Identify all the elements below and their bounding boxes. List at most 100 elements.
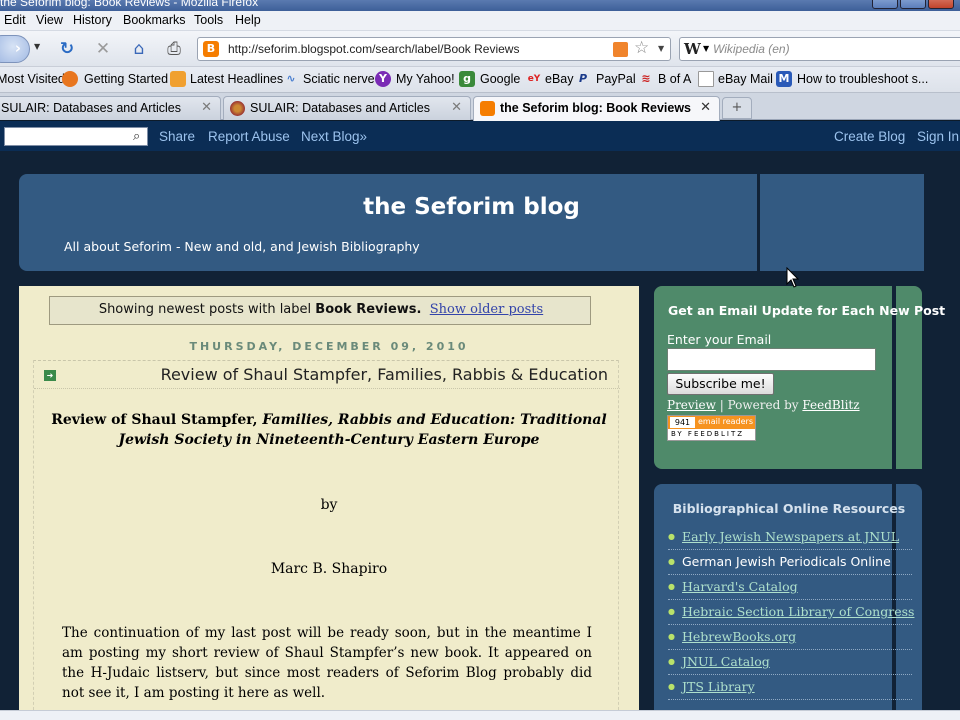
search-bar[interactable]: W ▼ Wikipedia (en) <box>679 37 960 61</box>
bookmark-my-yahoo[interactable]: My Yahoo! <box>396 72 455 86</box>
bookmark-google[interactable]: Google <box>480 72 520 86</box>
tab-label: SULAIR: Databases and Articles <box>250 101 430 115</box>
resource-link-text[interactable]: German Jewish Periodicals Online <box>682 554 891 569</box>
bookmark-star-icon[interactable]: ☆ <box>634 38 649 58</box>
status-label: Book Reviews. <box>315 302 422 317</box>
post-date: THURSDAY, DECEMBER 09, 2010 <box>189 340 469 353</box>
search-engine-dropdown-icon[interactable]: ▼ <box>703 44 709 53</box>
bookmark-ebay-mail[interactable]: eBay Mail <box>718 72 773 86</box>
powered-by-text: | Powered by <box>715 398 803 412</box>
bookmark-sciatic-nerve[interactable]: Sciatic nerve <box>303 72 375 86</box>
close-tab-icon[interactable]: ✕ <box>700 100 711 115</box>
subscribe-button[interactable]: Subscribe me! <box>667 373 774 395</box>
blogger-favicon-icon <box>480 101 495 116</box>
blog-search-input[interactable]: ⌕ <box>4 127 148 146</box>
report-abuse-link[interactable]: Report Abuse <box>208 129 290 144</box>
resource-link[interactable]: ● Hebraic Section Library of Congress <box>668 600 914 625</box>
url-bar[interactable]: B http://seforim.blogspot.com/search/lab… <box>197 37 671 61</box>
history-dropdown-icon[interactable]: ▼ <box>34 42 40 51</box>
search-icon[interactable]: ⌕ <box>133 129 140 144</box>
sulair-favicon-icon <box>230 101 245 116</box>
menu-edit[interactable]: Edit <box>4 13 26 27</box>
bullet-icon: ● <box>668 582 675 591</box>
menu-help[interactable]: Help <box>235 13 261 27</box>
resource-link-text[interactable]: JTS Library <box>682 679 755 694</box>
tab-sulair-2[interactable]: SULAIR: Databases and Articles ✕ <box>223 96 471 120</box>
tab-sulair-1[interactable]: SULAIR: Databases and Articles ✕ <box>0 96 221 120</box>
close-tab-icon[interactable]: ✕ <box>451 100 462 115</box>
menu-view[interactable]: View <box>36 13 63 27</box>
window-title: the Seforim blog: Book Reviews - Mozilla… <box>0 0 259 9</box>
post-title[interactable]: Review of Shaul Stampfer, Families, Rabb… <box>161 365 608 384</box>
post-header: ➜ Review of Shaul Stampfer, Families, Ra… <box>34 361 620 389</box>
email-widget-heading: Get an Email Update for Each New Post <box>668 303 946 318</box>
next-blog-link[interactable]: Next Blog» <box>301 129 367 144</box>
resource-link-text[interactable]: Hebraic Section Library of Congress <box>682 604 914 619</box>
minimize-button[interactable] <box>872 0 898 9</box>
home-icon[interactable]: ⌂ <box>129 39 149 59</box>
blogger-navbar: ⌕ Share Report Abuse Next Blog» Create B… <box>0 121 960 151</box>
wikipedia-icon[interactable]: W <box>684 40 701 58</box>
resource-link-text[interactable]: Early Jewish Newspapers at JNUL <box>682 529 899 544</box>
blog-header: the Seforim blog All about Seforim - New… <box>19 174 924 271</box>
tab-bar: SULAIR: Databases and Articles ✕ SULAIR:… <box>0 93 960 121</box>
close-tab-icon[interactable]: ✕ <box>201 100 212 115</box>
resource-link[interactable]: ● JNUL Catalog <box>668 650 912 675</box>
firefox-icon <box>62 71 78 87</box>
bookmark-latest-headlines[interactable]: Latest Headlines <box>190 72 283 86</box>
url-text[interactable]: http://seforim.blogspot.com/search/label… <box>228 42 519 56</box>
resource-link[interactable]: ● Early Jewish Newspapers at JNUL <box>668 525 912 550</box>
header-divider <box>757 174 760 271</box>
bookmark-bofa[interactable]: B of A <box>658 72 691 86</box>
menu-history[interactable]: History <box>73 13 112 27</box>
url-dropdown-icon[interactable]: ▼ <box>658 44 664 53</box>
stop-icon[interactable]: ✕ <box>93 39 113 59</box>
post-by: by <box>320 497 338 513</box>
new-tab-button[interactable]: + <box>722 97 752 119</box>
status-prefix: Showing newest posts with label <box>98 302 312 317</box>
blog-title[interactable]: the Seforim blog <box>19 194 924 220</box>
resource-link-text[interactable]: HebrewBooks.org <box>682 629 796 644</box>
bookmark-paypal[interactable]: PayPal <box>596 72 636 86</box>
post-heading-plain: Review of Shaul Stampfer, <box>51 412 263 428</box>
resource-link-text[interactable]: JNUL Catalog <box>682 654 770 669</box>
readers-badge[interactable]: 941 email readers BY FEEDBLITZ <box>667 415 756 441</box>
bookmark-getting-started[interactable]: Getting Started <box>84 72 168 86</box>
link-icon: ∿ <box>286 72 296 85</box>
resource-link[interactable]: ● German Jewish Periodicals Online <box>668 550 912 575</box>
rss-feed-icon[interactable] <box>613 42 628 57</box>
bookmark-most-visited[interactable]: Most Visited <box>0 72 65 86</box>
resources-widget: Bibliographical Online Resources ● Early … <box>654 484 922 710</box>
menu-bookmarks[interactable]: Bookmarks <box>123 13 186 27</box>
resource-link-text[interactable]: Harvard's Catalog <box>682 579 798 594</box>
feedblitz-link[interactable]: FeedBlitz <box>802 398 859 412</box>
resource-link[interactable]: ● Harvard's Catalog <box>668 575 912 600</box>
share-link[interactable]: Share <box>159 129 195 144</box>
menu-tools[interactable]: Tools <box>194 13 223 27</box>
print-icon[interactable]: ⎙ <box>164 39 184 59</box>
mouse-cursor-icon <box>786 267 800 288</box>
bookmark-troubleshoot[interactable]: How to troubleshoot s... <box>797 72 928 86</box>
preview-link[interactable]: Preview <box>667 398 716 412</box>
arrow-icon: ➜ <box>44 370 56 381</box>
sign-in-link[interactable]: Sign In <box>917 129 959 144</box>
tab-seforim-blog[interactable]: the Seforim blog: Book Reviews ✕ <box>473 96 720 121</box>
email-field[interactable] <box>667 348 876 371</box>
bookmarks-toolbar: Most Visited Getting Started Latest Head… <box>0 67 960 93</box>
reload-icon[interactable]: ↻ <box>57 39 77 59</box>
resource-link[interactable]: ● JTS Library <box>668 675 912 700</box>
resource-link[interactable]: ● HebrewBooks.org <box>668 625 912 650</box>
bullet-icon: ● <box>668 532 675 541</box>
tab-label: the Seforim blog: Book Reviews <box>500 101 692 115</box>
feedblitz-line: Preview | Powered by FeedBlitz <box>667 398 860 412</box>
bookmark-ebay[interactable]: eBay <box>545 72 574 86</box>
page-icon <box>698 71 714 87</box>
m-icon: M <box>776 71 792 87</box>
maximize-button[interactable] <box>900 0 926 9</box>
tab-label: SULAIR: Databases and Articles <box>1 101 181 115</box>
back-button[interactable]: › <box>0 35 30 63</box>
show-older-posts-link[interactable]: Show older posts <box>430 302 543 317</box>
close-window-button[interactable] <box>928 0 954 9</box>
create-blog-link[interactable]: Create Blog <box>834 129 905 144</box>
resources-heading: Bibliographical Online Resources <box>672 501 906 516</box>
